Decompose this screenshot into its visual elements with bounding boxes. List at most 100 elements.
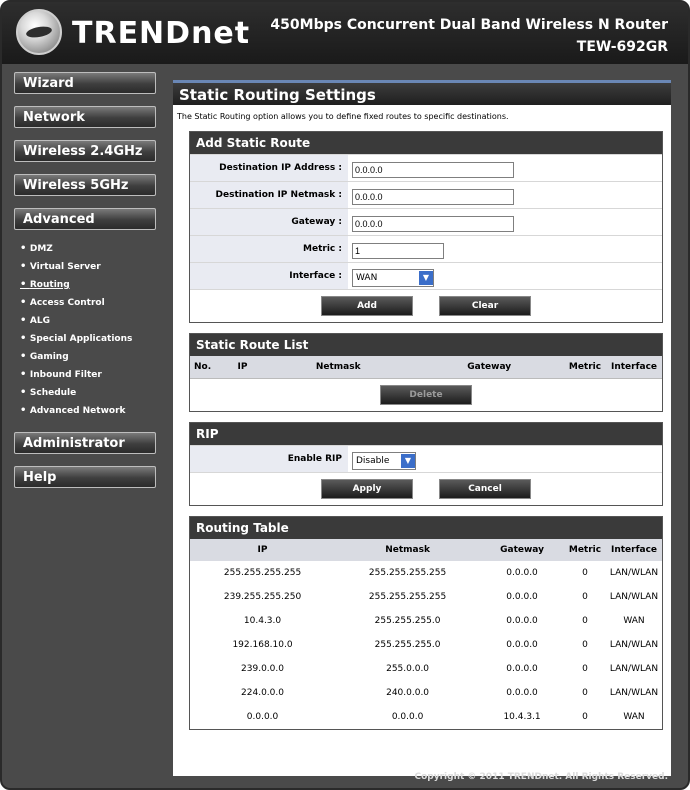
sidebar-item-schedule[interactable]: Schedule: [20, 384, 160, 402]
cell-interface: LAN/WLAN: [609, 592, 659, 602]
page-intro: The Static Routing option allows you to …: [177, 112, 509, 121]
col-gateway: Gateway: [480, 539, 564, 561]
sidebar-item-special-applications[interactable]: Special Applications: [20, 330, 160, 348]
add-route-buttons: Add Clear: [190, 289, 662, 322]
sidebar-item-routing[interactable]: Routing: [20, 276, 160, 294]
cancel-button[interactable]: Cancel: [439, 479, 531, 499]
chevron-down-icon: ▼: [419, 271, 433, 285]
metric-input[interactable]: [352, 243, 444, 259]
logo-text: TRENDnet: [72, 16, 251, 51]
nav-network[interactable]: Network: [14, 106, 156, 128]
cell-metric: 0: [582, 616, 588, 626]
nav-help[interactable]: Help: [14, 466, 156, 488]
section-title: Add Static Route: [190, 132, 662, 154]
col-metric: Metric: [564, 356, 606, 379]
chevron-down-icon: ▼: [401, 454, 415, 468]
cell-netmask: 255.255.255.255: [368, 592, 447, 602]
clear-button[interactable]: Clear: [439, 296, 531, 316]
cell-gateway: 0.0.0.0: [506, 592, 538, 602]
rip-buttons: Apply Cancel: [190, 472, 662, 505]
interface-label: Interface :: [190, 263, 348, 289]
cell-interface: WAN: [623, 712, 645, 722]
gateway-input[interactable]: [352, 216, 514, 232]
col-interface: Interface: [606, 356, 662, 379]
cell-gateway: 0.0.0.0: [506, 688, 538, 698]
col-gateway: Gateway: [414, 356, 564, 379]
dest-ip-input[interactable]: [352, 162, 514, 178]
delete-button[interactable]: Delete: [380, 385, 472, 405]
page-title: Static Routing Settings: [173, 80, 671, 105]
nav-advanced[interactable]: Advanced: [14, 208, 156, 230]
nav-administrator[interactable]: Administrator: [14, 432, 156, 454]
product-info: 450Mbps Concurrent Dual Band Wireless N …: [270, 14, 668, 58]
cell-gateway: 0.0.0.0: [506, 640, 538, 650]
cell-metric: 0: [582, 664, 588, 674]
cell-metric: 0: [582, 568, 588, 578]
cell-ip: 192.168.10.0: [232, 640, 293, 650]
table-row: 239.255.255.250 255.255.255.255 0.0.0.0 …: [190, 585, 662, 609]
enable-rip-label: Enable RIP: [190, 446, 348, 472]
cell-metric: 0: [582, 712, 588, 722]
cell-interface: WAN: [623, 616, 645, 626]
apply-button[interactable]: Apply: [321, 479, 413, 499]
dest-ip-row: Destination IP Address :: [190, 154, 662, 181]
cell-netmask: 255.0.0.0: [386, 664, 430, 674]
model-number: TEW-692GR: [576, 39, 668, 55]
metric-label: Metric :: [190, 236, 348, 262]
cell-gateway: 0.0.0.0: [506, 664, 538, 674]
table-header-row: No. IP Netmask Gateway Metric Interface: [190, 356, 662, 379]
cell-gateway: 10.4.3.1: [503, 712, 541, 722]
cell-metric: 0: [582, 640, 588, 650]
table-row: 192.168.10.0 255.255.255.0 0.0.0.0 0 LAN…: [190, 633, 662, 657]
nav-wireless-24ghz[interactable]: Wireless 2.4GHz: [14, 140, 156, 162]
routing-table-section: Routing Table IP Netmask Gateway Metric …: [189, 516, 663, 730]
cell-metric: 0: [582, 688, 588, 698]
enable-rip-value: Disable: [356, 456, 390, 466]
interface-row: Interface : WAN ▼: [190, 262, 662, 289]
cell-netmask: 0.0.0.0: [391, 712, 424, 722]
routing-table: IP Netmask Gateway Metric Interface 255.…: [190, 539, 662, 729]
gateway-row: Gateway :: [190, 208, 662, 235]
cell-interface: LAN/WLAN: [609, 688, 659, 698]
sidebar-item-access-control[interactable]: Access Control: [20, 294, 160, 312]
table-header-row: IP Netmask Gateway Metric Interface: [190, 539, 662, 561]
advanced-submenu: DMZ Virtual Server Routing Access Contro…: [14, 240, 160, 420]
main-content: Static Routing Settings The Static Routi…: [173, 80, 671, 776]
sidebar-item-gaming[interactable]: Gaming: [20, 348, 160, 366]
nav-wizard[interactable]: Wizard: [14, 72, 156, 94]
cell-gateway: 0.0.0.0: [506, 616, 538, 626]
sidebar-item-advanced-network[interactable]: Advanced Network: [20, 402, 160, 420]
cell-ip: 0.0.0.0: [246, 712, 279, 722]
rip-section: RIP Enable RIP Disable ▼ Apply Cancel: [189, 422, 663, 506]
netmask-input[interactable]: [352, 189, 514, 205]
table-row: 239.0.0.0 255.0.0.0 0.0.0.0 0 LAN/WLAN: [190, 657, 662, 681]
cell-ip: 224.0.0.0: [241, 688, 284, 698]
nav-wireless-5ghz[interactable]: Wireless 5GHz: [14, 174, 156, 196]
sidebar-item-virtual-server[interactable]: Virtual Server: [20, 258, 160, 276]
add-static-route-section: Add Static Route Destination IP Address …: [189, 131, 663, 323]
col-netmask: Netmask: [335, 539, 481, 561]
add-button[interactable]: Add: [321, 296, 413, 316]
enable-rip-select[interactable]: Disable ▼: [352, 452, 416, 470]
static-route-list-section: Static Route List No. IP Netmask Gateway…: [189, 333, 663, 412]
sidebar-item-alg[interactable]: ALG: [20, 312, 160, 330]
cell-interface: LAN/WLAN: [609, 568, 659, 578]
product-name: 450Mbps Concurrent Dual Band Wireless N …: [270, 17, 668, 33]
cell-netmask: 255.255.255.255: [368, 568, 447, 578]
sidebar-item-inbound-filter[interactable]: Inbound Filter: [20, 366, 160, 384]
sidebar-item-dmz[interactable]: DMZ: [20, 240, 160, 258]
col-ip: IP: [190, 539, 336, 561]
section-title: RIP: [190, 423, 662, 445]
cell-ip: 239.0.0.0: [241, 664, 284, 674]
table-row: 255.255.255.255 255.255.255.255 0.0.0.0 …: [190, 561, 662, 585]
gateway-label: Gateway :: [190, 209, 348, 235]
netmask-row: Destination IP Netmask :: [190, 181, 662, 208]
router-admin-window: TRENDnet 450Mbps Concurrent Dual Band Wi…: [0, 0, 690, 790]
sidebar: Wizard Network Wireless 2.4GHz Wireless …: [14, 72, 160, 500]
cell-ip: 10.4.3.0: [243, 616, 282, 626]
cell-gateway: 0.0.0.0: [506, 568, 538, 578]
interface-select[interactable]: WAN ▼: [352, 269, 434, 287]
netmask-label: Destination IP Netmask :: [190, 182, 348, 208]
interface-select-value: WAN: [356, 273, 378, 283]
table-row: 0.0.0.0 0.0.0.0 10.4.3.1 0 WAN: [190, 705, 662, 729]
